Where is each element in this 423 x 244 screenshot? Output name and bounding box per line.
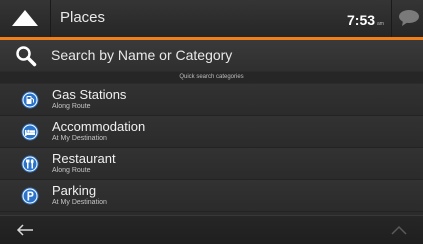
item-title: Parking [52,183,97,198]
clock-ampm: am [377,21,384,27]
quick-search-header: Quick search categories [0,72,423,83]
list-item-parking[interactable]: Parking At My Destination [0,180,423,212]
back-button[interactable] [0,216,50,244]
clock: 7:53 am [347,12,387,30]
item-subtitle: At My Destination [52,199,107,206]
list-item-accommodation[interactable]: Accommodation At My Destination [0,116,423,148]
list-item-gas-stations[interactable]: Gas Stations Along Route [0,84,423,116]
messages-button[interactable] [391,0,423,37]
fuel-pump-icon [21,91,39,109]
page-title: Places [60,9,106,26]
magnifier-icon [16,46,37,67]
search-label: Search by Name or Category [51,47,233,63]
triangle-up-icon [12,10,38,26]
list-item-restaurant[interactable]: Restaurant Along Route [0,148,423,180]
menu-button[interactable] [0,0,51,37]
item-subtitle: At My Destination [52,135,107,142]
bed-icon [21,123,39,141]
item-title: Gas Stations [52,87,127,102]
speech-bubble-icon [399,10,419,26]
clock-time: 7:53 [347,12,376,28]
item-title: Accommodation [52,119,146,134]
bottom-bar [0,215,423,244]
top-bar: Places 7:53 am [0,0,423,37]
search-by-name-or-category[interactable]: Search by Name or Category [0,40,423,71]
scroll-up-button[interactable] [375,216,423,244]
parking-icon [21,187,39,205]
chevron-up-icon [391,225,407,235]
item-title: Restaurant [52,151,116,166]
item-subtitle: Along Route [52,103,91,110]
item-subtitle: Along Route [52,167,91,174]
fork-knife-icon [21,155,39,173]
back-arrow-icon [16,224,33,236]
